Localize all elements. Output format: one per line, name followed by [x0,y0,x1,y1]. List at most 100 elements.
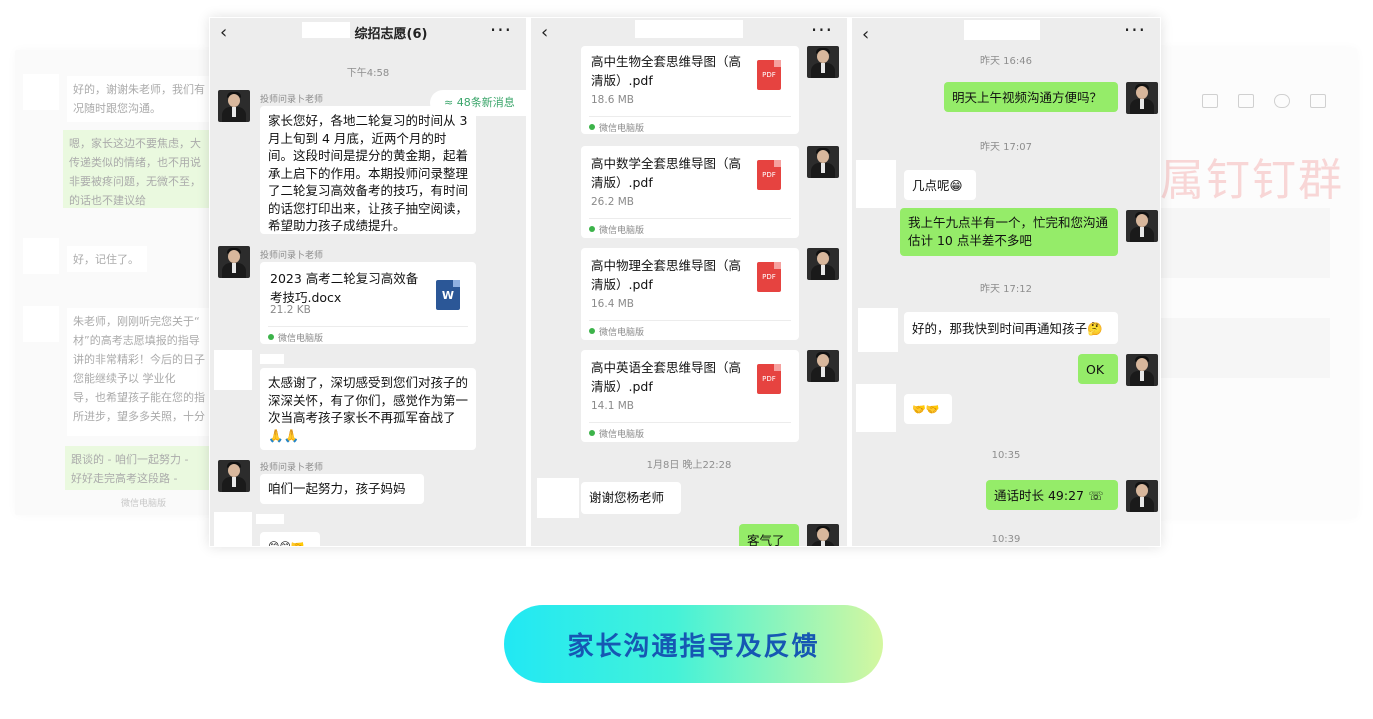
call-duration-bubble[interactable]: 通话时长 49:27 ☏ [986,480,1118,510]
file-source-text: 微信电脑版 [278,334,324,344]
faded-text: 非要被疼问题，无微不至， [69,175,201,188]
faded-big-text: 属钉钉群 [1160,155,1344,206]
avatar [23,238,59,274]
faded-text: 材”的高考志愿填报的指导 [73,334,200,347]
timestamp: 10:35 [991,450,1021,461]
teacher-avatar[interactable] [1126,354,1158,386]
avatar [214,512,252,546]
folder-icon [1310,94,1326,108]
message-bubble: 家长您好，各地二轮复习的时间从 3 月上旬到 4 月底，近两个月的时间。这段时间… [260,106,476,234]
redaction [964,20,1040,40]
teacher-avatar[interactable] [218,460,250,492]
volume-icon [1274,94,1290,108]
faded-text: 好的，谢谢朱老师，我们有 [73,83,205,96]
teacher-avatar[interactable] [1126,210,1158,242]
teacher-avatar[interactable] [218,246,250,278]
faded-text: 导，也希望孩子能在您的指 [73,391,205,404]
pdf-file-card[interactable]: 高中数学全套思维导图（高清版）.pdf 26.2 MB PDF 微信电脑版 [581,146,799,238]
wechat-pc-icon [589,124,595,130]
more-options-icon[interactable]: ··· [811,18,833,42]
timestamp: 昨天 17:07 [980,142,1032,153]
teacher-avatar[interactable] [807,146,839,178]
file-source: 微信电脑版 [589,116,791,134]
timestamp: 10:39 [991,534,1021,545]
sender-name: 投师问录卜老师 [260,251,324,261]
back-arrow-icon[interactable]: ‹ [862,24,869,45]
message-bubble: 😊😊🤝 [260,532,320,546]
teacher-avatar[interactable] [807,350,839,382]
pdf-file-icon: PDF [757,60,781,90]
file-source: 微信电脑版 [589,320,791,338]
sender-name: 投师问录卜老师 [260,95,324,105]
avatar [23,306,59,342]
parent-communication-banner[interactable]: 家长沟通指导及反馈 [504,605,883,683]
pdf-file-icon: PDF [757,364,781,394]
avatar [858,308,898,352]
chat-header: ‹ ··· [531,18,847,46]
chat-panel-group: ‹ 综招志愿(6) ··· 下午4:58 ≈ 48条新消息 投师问录卜老师 家长… [210,18,526,546]
faded-message-green: 嗯，家长这边不要焦虑，大 传递类似的情绪，也不用说 非要被疼问题，无微不至， 的… [63,130,221,208]
faded-message-green: 跟谈的 - 咱们一起努力 - 好好走完高考这段路 - [65,446,219,490]
message-bubble-sent: 明天上午视频沟通方便吗？ [944,82,1118,112]
teacher-avatar[interactable] [807,46,839,78]
file-source-text: 微信电脑版 [599,328,645,338]
back-arrow-icon[interactable]: ‹ [541,22,548,43]
pdf-file-card[interactable]: 高中物理全套思维导图（高清版）.pdf 16.4 MB PDF 微信电脑版 [581,248,799,340]
wechat-pc-icon [589,328,595,334]
file-source: 微信电脑版 [589,218,791,236]
faded-text: 传递类似的情绪，也不用说 [69,156,201,169]
file-name: 高中数学全套思维导图（高清版）.pdf [591,156,742,190]
faded-text: 好好走完高考这段路 - [71,472,178,485]
chat-header: ‹ 综招志愿(6) ··· [210,18,526,46]
wechat-pc-icon [268,334,274,340]
more-options-icon[interactable]: ··· [1124,18,1146,42]
teacher-avatar[interactable] [218,90,250,122]
avatar [856,160,896,208]
teacher-avatar[interactable] [1126,82,1158,114]
file-name: 高中英语全套思维导图（高清版）.pdf [591,360,742,394]
message-bubble-sent: 我上午九点半有一个，忙完和您沟通 估计 10 点半差不多吧 [900,208,1118,256]
chat-header: ‹ ··· [852,18,1160,46]
teacher-avatar[interactable] [807,524,839,546]
file-size: 21.2 KB [270,304,311,316]
file-name: 2023 高考二轮复习高效备考技巧.docx [270,271,419,305]
chat-panel-private: ‹ ··· 昨天 16:46 明天上午视频沟通方便吗？ 昨天 17:07 几点呢… [852,18,1160,546]
file-size: 14.1 MB [591,400,634,412]
avatar [856,384,896,432]
message-bubble: 太感谢了，深切感受到您们对孩子的深深关怀，有了你们，感觉作为第一次当高考孩子家长… [260,368,476,450]
file-name: 高中物理全套思维导图（高清版）.pdf [591,258,742,292]
wechat-pc-icon [589,430,595,436]
timestamp: 1月8日 晚上22:28 [646,460,732,471]
faded-text: 况随时跟您沟通。 [73,102,161,115]
file-source-text: 微信电脑版 [599,226,645,236]
message-bubble: 🤝🤝 [904,394,952,424]
pdf-file-card[interactable]: 高中生物全套思维导图（高清版）.pdf 18.6 MB PDF 微信电脑版 [581,46,799,134]
file-size: 18.6 MB [591,94,634,106]
faded-block [1160,318,1330,378]
message-bubble-sent: 客气了 [739,524,799,546]
pdf-file-card[interactable]: 高中英语全套思维导图（高清版）.pdf 14.1 MB PDF 微信电脑版 [581,350,799,442]
faded-text: 跟谈的 - 咱们一起努力 - [71,453,189,466]
docx-file-card[interactable]: 2023 高考二轮复习高效备考技巧.docx 21.2 KB W 微信电脑版 [260,262,476,344]
faded-text: 所进步，望多多关照，十分 [73,410,205,423]
faded-chat-card-right: 属钉钉群 [1150,48,1357,518]
chat-title: 综招志愿(6) [354,27,428,42]
file-name: 高中生物全套思维导图（高清版）.pdf [591,54,742,88]
teacher-avatar[interactable] [807,248,839,280]
more-options-icon[interactable]: ··· [490,18,512,42]
file-size: 16.4 MB [591,298,634,310]
teacher-avatar[interactable] [1126,480,1158,512]
faded-text: 嗯，家长这边不要焦虑，大 [69,137,201,150]
avatar [537,478,579,518]
word-file-icon: W [436,280,460,310]
edit-icon [1238,94,1254,108]
faded-text: 您能继续予以 学业化 [73,372,176,385]
message-bubble: 咱们一起努力，孩子妈妈 [260,474,424,504]
message-bubble: 谢谢您杨老师 [581,482,681,514]
file-source: 微信电脑版 [589,422,791,440]
wechat-pc-icon [589,226,595,232]
faded-text: 讲的非常精彩！今后的日子 [73,353,205,366]
pdf-file-icon: PDF [757,262,781,292]
timestamp: 下午4:58 [346,68,390,79]
redaction [635,20,743,38]
